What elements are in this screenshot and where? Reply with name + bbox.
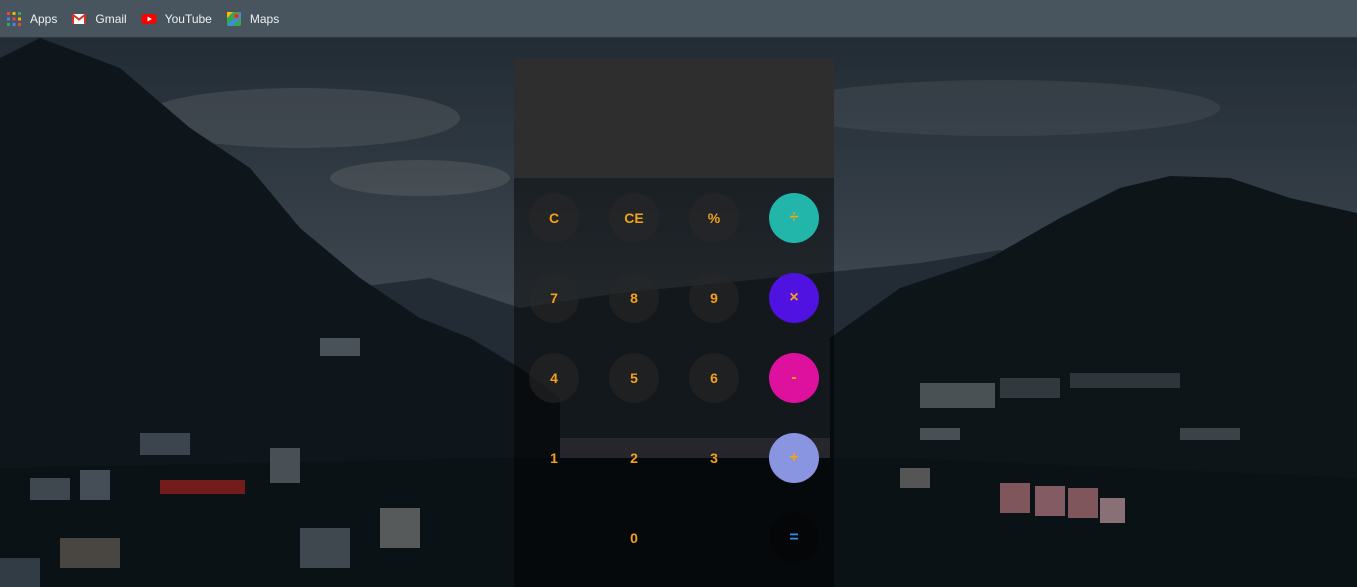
apps-grid-icon — [6, 11, 22, 27]
digit-5-button[interactable]: 5 — [609, 353, 659, 403]
multiply-button[interactable]: × — [769, 273, 819, 323]
calculator-display — [514, 58, 834, 178]
maps-icon — [226, 11, 242, 27]
digit-2-button[interactable]: 2 — [609, 433, 659, 483]
clear-entry-button[interactable]: CE — [609, 193, 659, 243]
digit-6-button[interactable]: 6 — [689, 353, 739, 403]
bookmark-label: Maps — [249, 11, 280, 26]
digit-1-button[interactable]: 1 — [529, 433, 579, 483]
youtube-icon — [141, 11, 157, 27]
bookmark-youtube[interactable]: YouTube — [141, 6, 220, 32]
bookmark-label: Apps — [30, 11, 58, 26]
digit-4-button[interactable]: 4 — [529, 353, 579, 403]
digit-8-button[interactable]: 8 — [609, 273, 659, 323]
clear-button[interactable]: C — [529, 193, 579, 243]
bookmark-label: YouTube — [164, 11, 212, 26]
calculator: C CE % ÷ 7 8 9 × 4 5 6 - 1 2 3 + 0 = — [514, 58, 834, 587]
digit-7-button[interactable]: 7 — [529, 273, 579, 323]
subtract-button[interactable]: - — [769, 353, 819, 403]
bookmark-gmail[interactable]: Gmail — [71, 6, 134, 32]
digit-9-button[interactable]: 9 — [689, 273, 739, 323]
percent-button[interactable]: % — [689, 193, 739, 243]
bookmarks-bar: Apps Gmail YouTube Maps — [0, 0, 1357, 38]
bookmark-maps[interactable]: Maps — [226, 6, 287, 32]
digit-3-button[interactable]: 3 — [689, 433, 739, 483]
bookmark-label: Gmail — [95, 11, 127, 26]
bookmark-apps[interactable]: Apps — [6, 6, 65, 32]
keypad: C CE % ÷ 7 8 9 × 4 5 6 - 1 2 3 + 0 = — [514, 178, 834, 587]
digit-0-button[interactable]: 0 — [609, 513, 659, 563]
equals-button[interactable]: = — [769, 513, 819, 563]
divide-button[interactable]: ÷ — [769, 193, 819, 243]
add-button[interactable]: + — [769, 433, 819, 483]
gmail-icon — [71, 11, 87, 27]
